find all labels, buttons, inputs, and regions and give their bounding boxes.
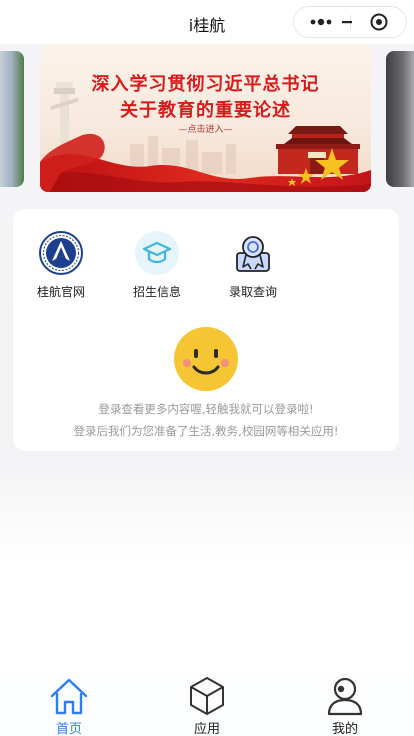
- cube-icon: [187, 676, 227, 716]
- login-hint-line-1[interactable]: 登录查看更多内容喔,轻触我就可以登录啦!: [13, 401, 399, 417]
- shortcut-admission-query[interactable]: 录取查询: [205, 229, 301, 303]
- mini-program-capsule: [293, 6, 407, 38]
- tab-apps[interactable]: 应用: [157, 674, 257, 736]
- shortcut-label: 招生信息: [132, 285, 181, 299]
- tab-bar: 首页 应用 我的: [0, 674, 414, 736]
- login-hint-line-2: 登录后我们为您准备了生活,教务,校园网等相关应用!: [73, 424, 339, 438]
- more-dots-icon: [310, 18, 332, 26]
- admission-badge-icon: [231, 231, 275, 275]
- banner-headline-2: 关于教育的重要论述: [120, 100, 291, 121]
- tab-label: 首页: [55, 722, 82, 736]
- user-icon: [325, 676, 365, 716]
- university-logo-icon: [39, 231, 83, 275]
- more-options-button[interactable]: [303, 7, 343, 37]
- tab-label: 我的: [331, 722, 358, 736]
- minimize-icon[interactable]: [342, 7, 366, 37]
- banner-slide[interactable]: 深入学习贯彻习近平总书记 关于教育的重要论述 —点击进入—: [40, 44, 371, 192]
- next-slide-peek[interactable]: [386, 51, 414, 187]
- shortcut-label: 桂航官网: [36, 285, 85, 299]
- graduation-cap-icon: [135, 231, 179, 275]
- tab-profile[interactable]: 我的: [295, 674, 395, 736]
- banner-enter-link[interactable]: —点击进入—: [40, 122, 371, 135]
- tab-label: 应用: [193, 722, 220, 736]
- nav-bar: i桂航: [0, 0, 414, 44]
- main-card: 桂航官网 招生信息 录取查询 登录查看更多内容喔,轻触我就可以登录啦! 登录后我…: [13, 209, 399, 451]
- previous-slide-peek[interactable]: [0, 51, 24, 187]
- tab-home[interactable]: 首页: [19, 674, 119, 736]
- page: i桂航 深入学习贯彻习近平总书记 关于教育的重要论述 —点击进入— 桂航官网 招…: [0, 0, 414, 736]
- shortcut-admission-info[interactable]: 招生信息: [109, 229, 205, 303]
- banner-carousel[interactable]: 深入学习贯彻习近平总书记 关于教育的重要论述 —点击进入—: [0, 44, 414, 222]
- login-smiley-icon[interactable]: [174, 327, 238, 391]
- banner-headline-1: 深入学习贯彻习近平总书记: [91, 74, 320, 95]
- shortcut-official-website[interactable]: 桂航官网: [13, 229, 109, 303]
- home-icon: [49, 676, 89, 716]
- shortcut-label: 录取查询: [228, 285, 277, 299]
